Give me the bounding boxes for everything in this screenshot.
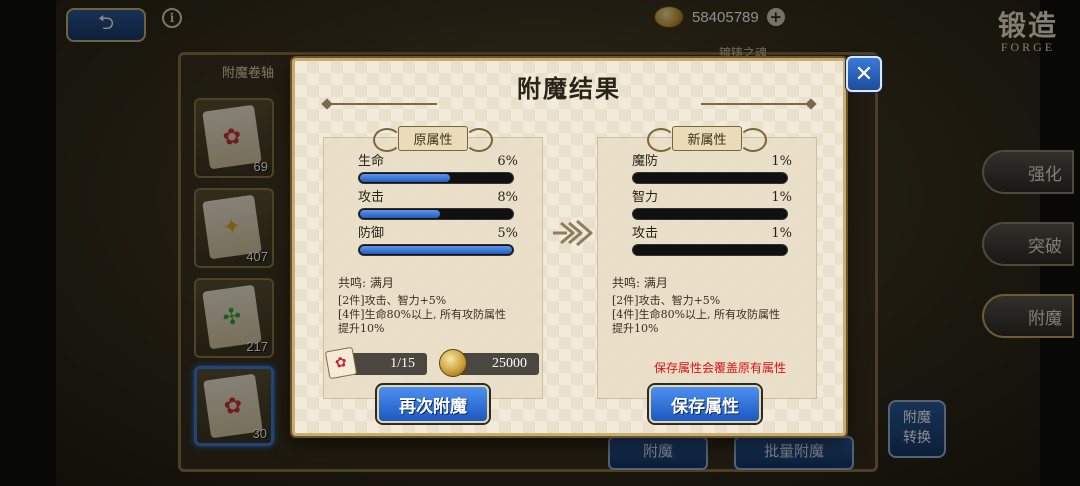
stat-bar-fill bbox=[360, 174, 451, 182]
stat-bar bbox=[358, 208, 514, 220]
stat-bar bbox=[358, 244, 514, 256]
scroll-icon: ✿ bbox=[324, 346, 358, 380]
stat-bar bbox=[632, 244, 788, 256]
close-icon: ✕ bbox=[854, 61, 874, 87]
scroll-cost: ✿ 1/15 bbox=[324, 346, 427, 380]
gold-cost: 25000 bbox=[439, 349, 539, 377]
save-attributes-label: 保存属性 bbox=[671, 396, 739, 417]
new-attributes-label: 新属性 bbox=[672, 125, 742, 151]
stat-bar bbox=[632, 172, 788, 184]
gold-coin-icon bbox=[439, 349, 467, 377]
resonance-title: 共鸣: 满月 bbox=[338, 276, 394, 290]
stat-value: 6% bbox=[497, 154, 518, 169]
gold-cost-value: 25000 bbox=[492, 356, 527, 371]
close-button[interactable]: ✕ bbox=[846, 56, 882, 92]
enchant-result-modal: 附魔结果 原属性 生命 6% 攻击 8% 防御 5% 共鸣: 满月 [2件]攻击、智力… bbox=[292, 58, 846, 436]
stat-value: 5% bbox=[497, 226, 518, 241]
stat-name: 攻击 bbox=[632, 226, 659, 241]
resonance-title: 共鸣: 满月 bbox=[612, 276, 668, 290]
stat-value: 1% bbox=[771, 226, 792, 241]
resonance-info: 共鸣: 满月 [2件]攻击、智力+5% [4件]生命80%以上, 所有攻防属性 … bbox=[612, 276, 808, 336]
ribbon-banner: 原属性 bbox=[373, 124, 493, 152]
stat-row: 攻击 8% bbox=[358, 190, 518, 220]
stat-value: 8% bbox=[497, 190, 518, 205]
resonance-4-set: [4件]生命80%以上, 所有攻防属性 bbox=[612, 308, 781, 321]
title-ornament bbox=[327, 103, 437, 105]
resonance-2-set: [2件]攻击、智力+5% bbox=[612, 294, 721, 307]
stat-value: 1% bbox=[771, 154, 792, 169]
title-ornament bbox=[701, 103, 811, 105]
stat-value: 1% bbox=[771, 190, 792, 205]
resonance-4-set-cont: 提升10% bbox=[612, 322, 659, 335]
stat-bar-fill bbox=[360, 246, 512, 254]
resonance-4-set-cont: 提升10% bbox=[338, 322, 385, 335]
re-enchant-button[interactable]: 再次附魔 bbox=[377, 385, 489, 423]
stat-row: 防御 5% bbox=[358, 226, 518, 256]
re-enchant-label: 再次附魔 bbox=[399, 396, 467, 417]
resonance-4-set: [4件]生命80%以上, 所有攻防属性 bbox=[338, 308, 507, 321]
stat-name: 智力 bbox=[632, 190, 659, 205]
ribbon-banner: 新属性 bbox=[647, 124, 767, 152]
stat-name: 生命 bbox=[358, 154, 385, 169]
stat-row: 魔防 1% bbox=[632, 154, 792, 184]
stat-row: 攻击 1% bbox=[632, 226, 792, 256]
original-attributes-label: 原属性 bbox=[398, 125, 468, 151]
overwrite-warning: 保存属性会覆盖原有属性 bbox=[653, 361, 786, 375]
stat-bar bbox=[632, 208, 788, 220]
stat-row: 智力 1% bbox=[632, 190, 792, 220]
resonance-info: 共鸣: 满月 [2件]攻击、智力+5% [4件]生命80%以上, 所有攻防属性 … bbox=[338, 276, 534, 336]
scroll-cost-value: 1/15 bbox=[390, 356, 415, 371]
modal-title: 附魔结果 bbox=[517, 74, 621, 103]
stat-name: 魔防 bbox=[632, 154, 659, 169]
save-attributes-button[interactable]: 保存属性 bbox=[649, 385, 761, 423]
transform-arrow-icon bbox=[553, 219, 593, 247]
enchant-cost: ✿ 1/15 25000 bbox=[324, 346, 539, 380]
resonance-2-set: [2件]攻击、智力+5% bbox=[338, 294, 447, 307]
stat-name: 防御 bbox=[358, 226, 385, 241]
stat-name: 攻击 bbox=[358, 190, 385, 205]
stat-row: 生命 6% bbox=[358, 154, 518, 184]
stat-bar bbox=[358, 172, 514, 184]
stat-bar-fill bbox=[360, 210, 440, 218]
